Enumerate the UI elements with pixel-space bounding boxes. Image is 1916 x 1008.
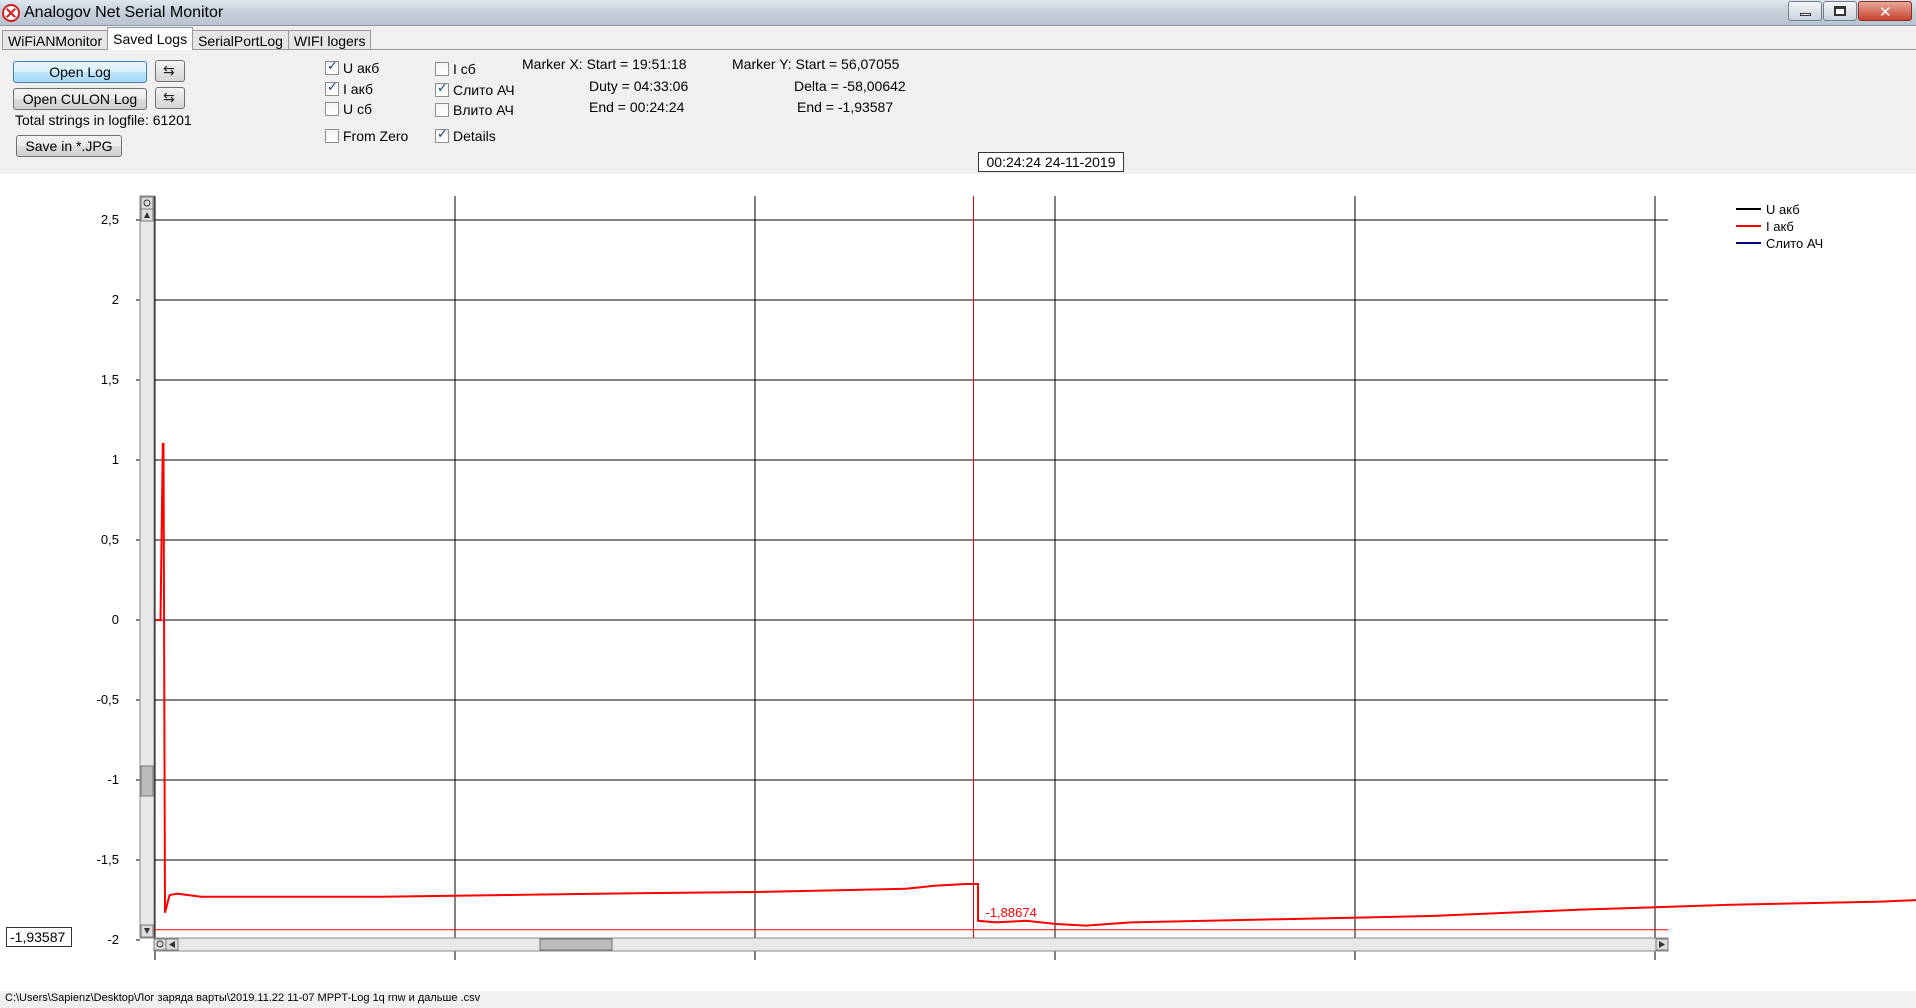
- chart-series: [156, 443, 1916, 927]
- vertical-scrollbar[interactable]: [139, 195, 155, 939]
- checkbox-box[interactable]: [325, 59, 339, 75]
- checkbox-label: U акб: [343, 60, 380, 76]
- close-icon: ✕: [1879, 3, 1892, 21]
- checkbox-label: Details: [453, 128, 496, 144]
- marker-x-duty: Duty = 04:33:06: [589, 78, 689, 94]
- y-tick-label: -0,5: [97, 692, 119, 707]
- checkbox-box[interactable]: [325, 102, 339, 116]
- checkbox-u-akb[interactable]: U акб: [325, 59, 380, 76]
- tab-strip: WiFiANMonitor Saved Logs SerialPortLog W…: [2, 27, 372, 50]
- checkbox-box[interactable]: [325, 129, 339, 143]
- checkbox-slito-ach[interactable]: Слито АЧ: [435, 81, 515, 98]
- cursor-timestamp: 00:24:24 24-11-2019: [978, 152, 1124, 172]
- scroll-zoom-top-icon[interactable]: [140, 196, 154, 210]
- tab-wifianmonitor[interactable]: WiFiANMonitor: [2, 30, 109, 50]
- total-strings-label: Total strings in logfile: 61201: [15, 112, 192, 128]
- marker-y-start: Marker Y: Start = 56,07055: [732, 56, 900, 72]
- y-axis: 2,5 2 1,5 1 0,5 0 -0,5 -1 -1,5 -2: [97, 212, 140, 947]
- checkbox-label: Слито АЧ: [453, 82, 515, 98]
- tab-serialportlog[interactable]: SerialPortLog: [192, 30, 289, 50]
- window-title: Analogov Net Serial Monitor: [24, 4, 224, 21]
- refresh-icon: ⇆: [163, 90, 175, 106]
- checkbox-i-sb[interactable]: I сб: [435, 61, 476, 77]
- legend-label: I акб: [1766, 219, 1794, 234]
- cursor-value-label: -1,88674: [986, 905, 1037, 920]
- y-tick-label: -1: [107, 772, 119, 787]
- checkbox-box[interactable]: [435, 127, 449, 143]
- checkbox-u-sb[interactable]: U сб: [325, 101, 372, 117]
- maximize-button[interactable]: [1823, 1, 1857, 21]
- y-tick-label: 2,5: [101, 212, 119, 227]
- legend-label: U акб: [1766, 202, 1800, 217]
- checkbox-label: From Zero: [343, 128, 409, 144]
- y-tick-label: 2: [112, 292, 119, 307]
- checkbox-label: U сб: [343, 101, 373, 117]
- minimize-icon: [1800, 13, 1811, 16]
- marker-y-delta: Delta = -58,00642: [794, 78, 906, 94]
- refresh-log-button[interactable]: ⇆: [155, 60, 185, 82]
- file-path-status: C:\Users\Sapienz\Desktop\Лог заряда варт…: [5, 992, 481, 1004]
- close-button[interactable]: ✕: [1858, 1, 1912, 21]
- checkbox-box[interactable]: [435, 62, 449, 76]
- chart-legend: U акб I акб Слито АЧ: [1736, 202, 1823, 251]
- chart-grid: [154, 196, 1668, 960]
- app-logo-icon: [2, 4, 20, 22]
- open-culon-log-button[interactable]: Open CULON Log: [13, 88, 147, 110]
- vertical-scroll-thumb[interactable]: [140, 765, 154, 797]
- marker-x-end: End = 00:24:24: [589, 99, 685, 115]
- chart-markers: -1,88674: [154, 196, 1668, 938]
- y-tick-label: 1: [112, 452, 119, 467]
- y-tick-label: 0,5: [101, 532, 119, 547]
- chart[interactable]: 2,5 2 1,5 1 0,5 0 -0,5 -1 -1,5 -2 -1,88674 U акб I…: [0, 174, 1916, 991]
- y-tick-label: 0: [112, 612, 119, 627]
- save-jpg-button[interactable]: Save in *.JPG: [16, 135, 122, 157]
- legend-label: Слито АЧ: [1766, 236, 1823, 251]
- horizontal-scrollbar[interactable]: [153, 937, 1669, 952]
- refresh-icon: ⇆: [163, 63, 175, 79]
- marker-x-start: Marker X: Start = 19:51:18: [522, 56, 687, 72]
- title-bar: Analogov Net Serial Monitor ✕: [0, 0, 1916, 26]
- marker-y-end: End = -1,93587: [797, 99, 894, 115]
- y-tick-label: 1,5: [101, 372, 119, 387]
- checkbox-box[interactable]: [325, 80, 339, 96]
- y-tick-label: -2: [107, 932, 119, 947]
- checkbox-label: I сб: [453, 61, 476, 77]
- checkbox-from-zero[interactable]: From Zero: [325, 128, 408, 144]
- checkbox-box[interactable]: [435, 103, 449, 117]
- tab-saved-logs[interactable]: Saved Logs: [107, 27, 194, 50]
- checkbox-box[interactable]: [435, 81, 449, 97]
- refresh-culon-button[interactable]: ⇆: [155, 87, 185, 109]
- restore-icon: [1834, 6, 1846, 16]
- tab-panel-border: [2, 49, 1916, 50]
- checkbox-details[interactable]: Details: [435, 127, 496, 144]
- tab-wifi-logers[interactable]: WIFI logers: [287, 30, 372, 50]
- checkbox-label: I акб: [343, 81, 374, 97]
- marker-y-value-box: -1,93587: [6, 927, 72, 947]
- open-log-button[interactable]: Open Log: [13, 61, 147, 83]
- window-controls: ✕: [1787, 1, 1912, 21]
- y-tick-label: -1,5: [97, 852, 119, 867]
- chart-area: 2,5 2 1,5 1 0,5 0 -0,5 -1 -1,5 -2 -1,88674 U акб I…: [0, 174, 1916, 991]
- horizontal-scroll-thumb[interactable]: [539, 938, 613, 951]
- chart-scrollbars[interactable]: [139, 195, 1669, 952]
- minimize-button[interactable]: [1788, 1, 1822, 21]
- checkbox-i-akb[interactable]: I акб: [325, 80, 374, 97]
- series-line: [156, 443, 1916, 927]
- checkbox-label: Влито АЧ: [453, 102, 514, 118]
- checkbox-vlito-ach[interactable]: Влито АЧ: [435, 102, 514, 118]
